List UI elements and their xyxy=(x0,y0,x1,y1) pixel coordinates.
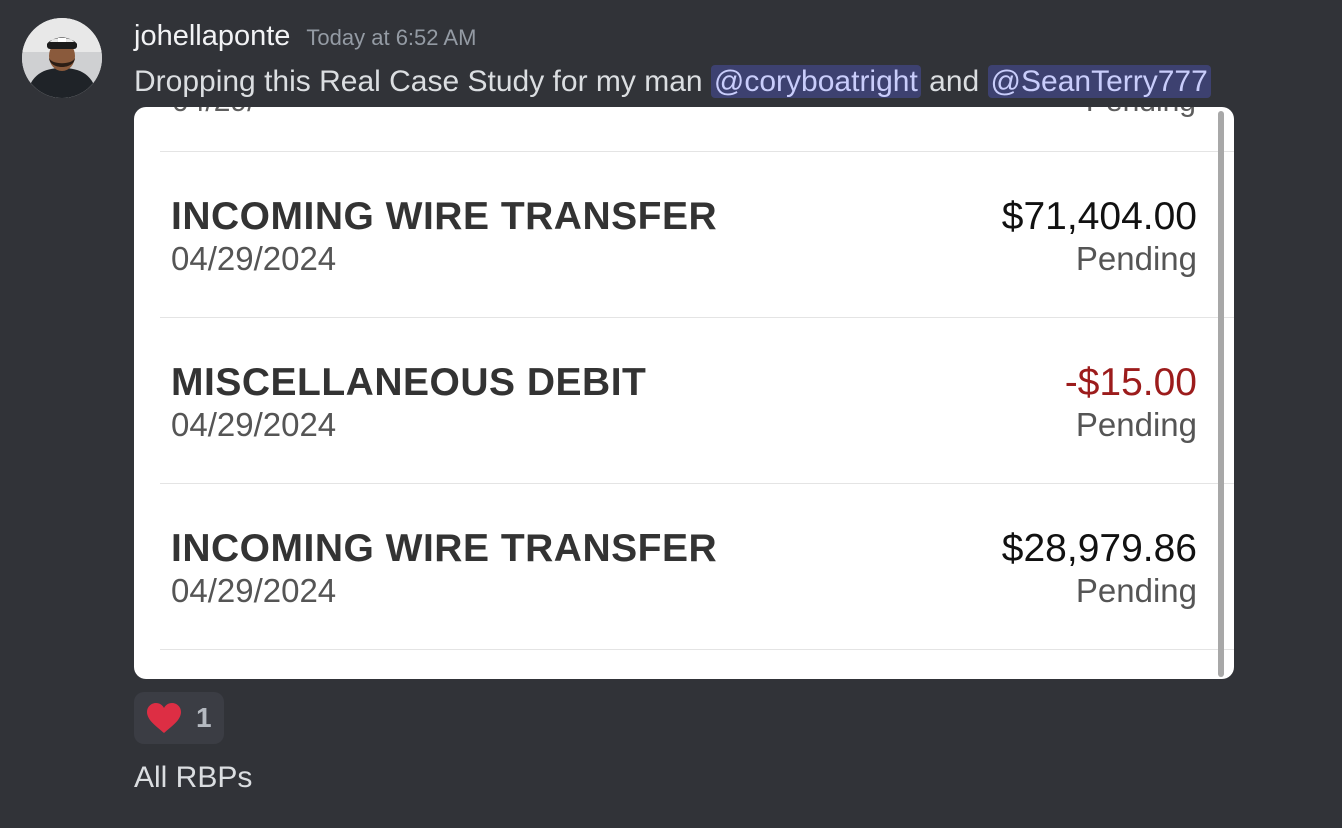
followup-message-text: All RBPs xyxy=(134,761,253,794)
message-header: johellaponte Today at 6:52 AM xyxy=(134,20,476,56)
message-text-between: and xyxy=(920,65,988,98)
mention-coryboatright[interactable]: @coryboatright xyxy=(710,65,921,98)
transaction-title: INCOMING WIRE TRANSFER xyxy=(171,195,718,238)
transaction-title: MISCELLANEOUS DEBIT xyxy=(171,361,647,404)
message-content: Dropping this Real Case Study for my man… xyxy=(134,60,1211,104)
transaction-date: 04/29/2024 xyxy=(171,406,337,443)
cropped-previous-row: 04/29/ Pending xyxy=(134,107,1234,118)
avatar-photo-icon xyxy=(22,18,102,98)
transaction-row: INCOMING WIRE TRANSFER 04/29/2024 $28,97… xyxy=(134,527,1234,647)
chat-message: johellaponte Today at 6:52 AM Dropping t… xyxy=(0,0,1342,828)
transaction-title: INCOMING WIRE TRANSFER xyxy=(171,527,718,570)
mention-seanterry777[interactable]: @SeanTerry777 xyxy=(987,65,1211,98)
heart-reaction-button[interactable]: 1 xyxy=(134,692,224,744)
row-divider xyxy=(160,483,1234,484)
author-username[interactable]: johellaponte xyxy=(134,20,290,53)
transaction-date: 04/29/2024 xyxy=(171,572,337,609)
reaction-count: 1 xyxy=(196,702,212,733)
transaction-amount: $28,979.86 xyxy=(1001,527,1197,570)
message-text-before: Dropping this Real Case Study for my man xyxy=(134,65,711,98)
transaction-status: Pending xyxy=(1075,406,1197,443)
author-avatar[interactable] xyxy=(22,18,102,98)
transaction-amount: $71,404.00 xyxy=(1001,195,1197,238)
red-heart-icon xyxy=(147,703,181,733)
transaction-date: 04/29/2024 xyxy=(171,240,337,277)
row-divider xyxy=(160,317,1234,318)
transaction-status: Pending xyxy=(1075,240,1197,277)
transaction-row: INCOMING WIRE TRANSFER 04/29/2024 $71,40… xyxy=(134,195,1234,315)
message-timestamp[interactable]: Today at 6:52 AM xyxy=(306,25,476,51)
transaction-row: MISCELLANEOUS DEBIT 04/29/2024 -$15.00 P… xyxy=(134,361,1234,481)
screenshot-scrollbar xyxy=(1218,111,1224,677)
row-divider xyxy=(160,649,1234,650)
row-divider xyxy=(160,151,1234,152)
transaction-amount: -$15.00 xyxy=(1064,361,1197,404)
image-attachment[interactable]: 04/29/ Pending INCOMING WIRE TRANSFER 04… xyxy=(134,107,1234,679)
transaction-status: Pending xyxy=(1075,572,1197,609)
